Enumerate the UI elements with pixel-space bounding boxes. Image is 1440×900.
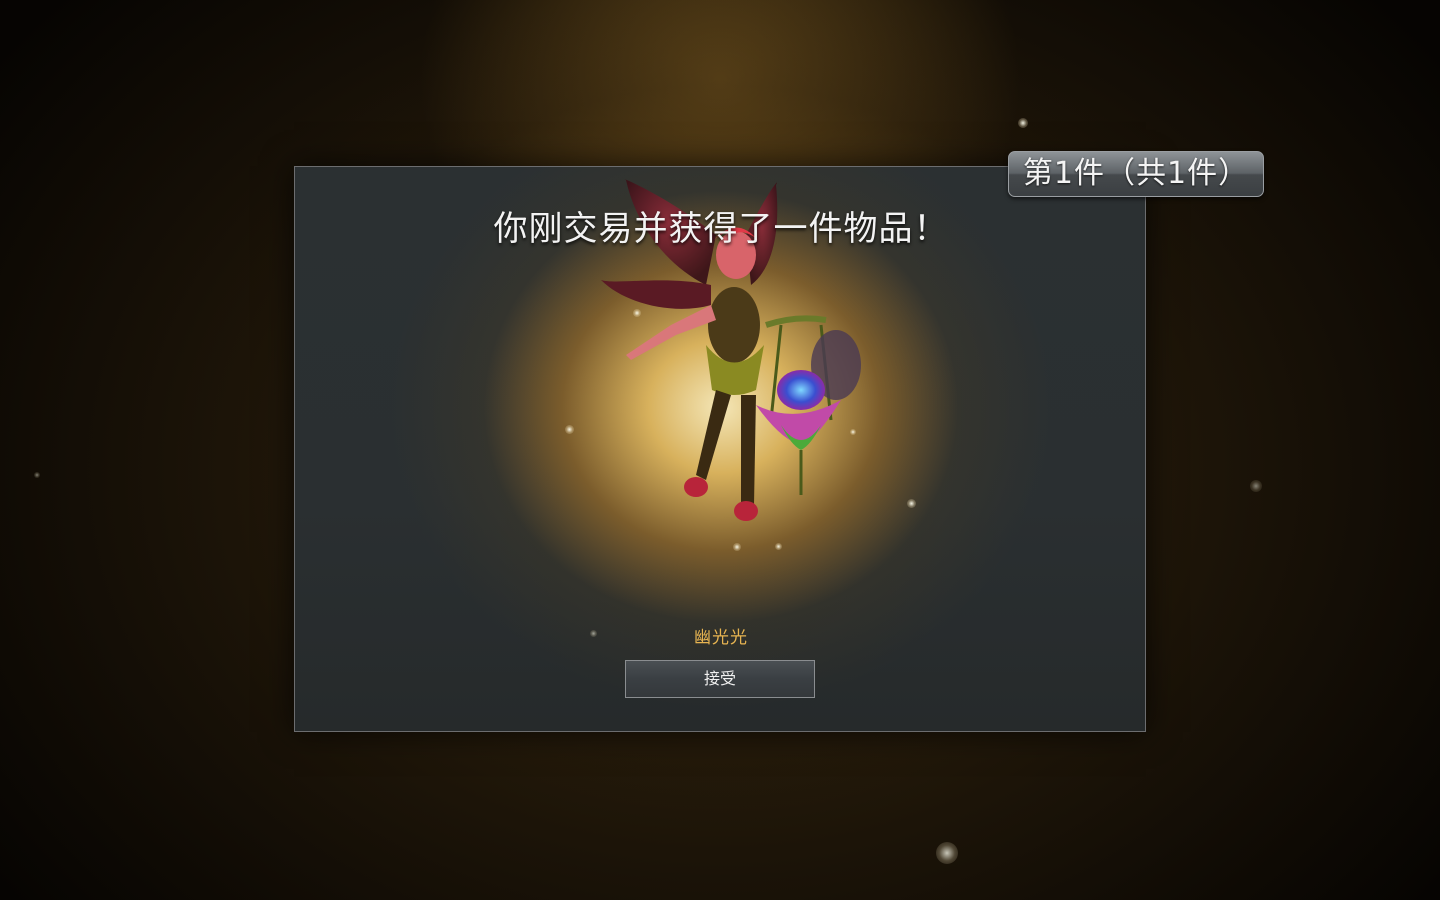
sparkle (936, 842, 958, 864)
sparkle (733, 543, 741, 551)
dialog-title: 你刚交易并获得了一件物品！ (493, 209, 949, 249)
sparkle (34, 472, 40, 478)
sparkle (775, 543, 782, 550)
sparkle (565, 425, 574, 434)
item-counter-badge: 第1件（共1件） (1008, 151, 1264, 197)
item-name: 幽光光 (694, 628, 748, 648)
accept-button[interactable]: 接受 (625, 660, 815, 698)
sparkle (1250, 480, 1262, 492)
sparkle (907, 499, 916, 508)
reward-screen: 你刚交易并获得了一件物品！ 幽光光 接受 第1件（共1件） (0, 0, 1440, 900)
sparkle (1018, 118, 1028, 128)
